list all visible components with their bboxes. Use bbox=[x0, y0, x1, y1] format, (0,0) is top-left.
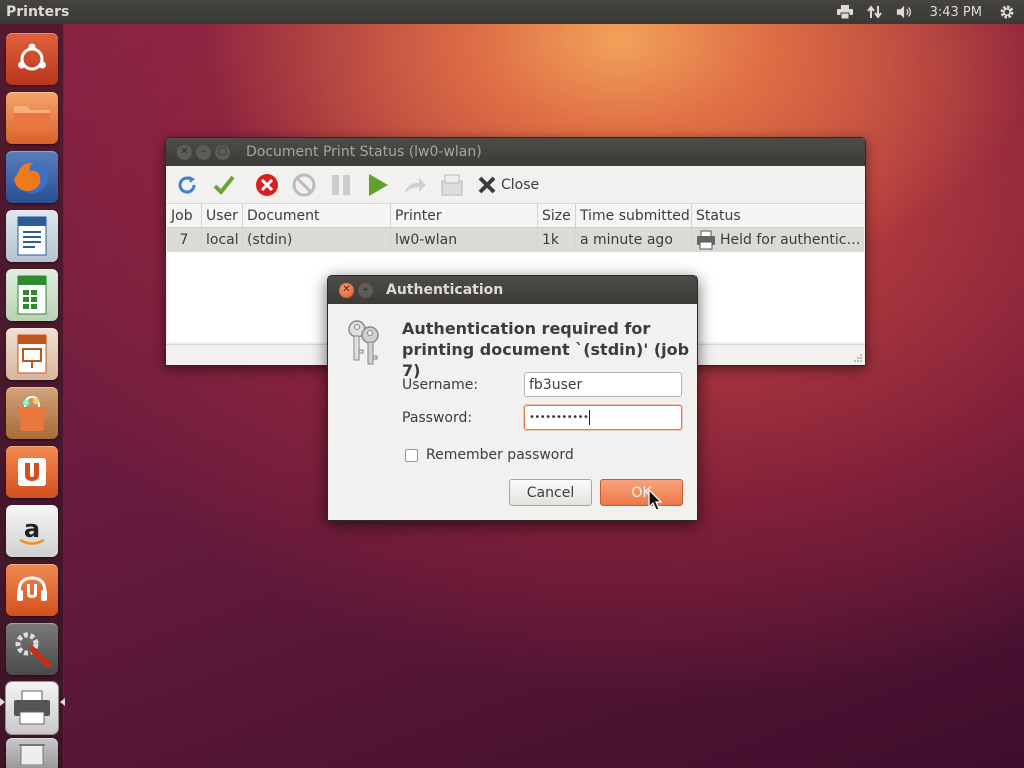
cell-user: local bbox=[202, 228, 243, 252]
cell-printer: lw0-wlan bbox=[391, 228, 538, 252]
calc-icon[interactable] bbox=[6, 269, 58, 321]
window-titlebar[interactable]: ✕ – ▢ Document Print Status (lw0-wlan) bbox=[166, 138, 865, 166]
cell-job: 7 bbox=[167, 228, 202, 252]
launcher: a bbox=[0, 24, 65, 768]
minimize-icon[interactable]: – bbox=[196, 144, 211, 160]
amazon-icon[interactable]: a bbox=[6, 505, 58, 557]
username-label: Username: bbox=[402, 377, 479, 393]
password-dots: ••••••••••• bbox=[529, 412, 589, 423]
ubuntu-one-music-icon[interactable] bbox=[6, 564, 58, 616]
username-field[interactable]: fb3user bbox=[524, 372, 682, 397]
window-title: Document Print Status (lw0-wlan) bbox=[246, 144, 482, 160]
release-icon[interactable] bbox=[211, 172, 237, 198]
software-center-icon[interactable] bbox=[6, 387, 58, 439]
printer-app-icon[interactable] bbox=[6, 682, 58, 734]
cell-status: Held for authentic… bbox=[692, 228, 864, 252]
trash-icon[interactable] bbox=[6, 738, 58, 768]
resize-grip-icon bbox=[854, 354, 862, 362]
printer-icon[interactable] bbox=[836, 4, 854, 20]
remember-password-label[interactable]: Remember password bbox=[426, 447, 574, 463]
system-settings-icon[interactable] bbox=[6, 623, 58, 675]
cell-document: (stdin) bbox=[243, 228, 391, 252]
keys-icon bbox=[344, 318, 384, 370]
ubuntu-one-icon[interactable] bbox=[6, 446, 58, 498]
delete-job-icon[interactable] bbox=[291, 172, 317, 198]
firefox-icon[interactable] bbox=[6, 151, 58, 203]
column-user[interactable]: User bbox=[202, 204, 243, 227]
reprint-icon[interactable] bbox=[402, 172, 428, 198]
top-panel: Printers 3:43 PM bbox=[0, 0, 1024, 24]
cancel-button[interactable]: Cancel bbox=[509, 479, 592, 506]
close-x-icon bbox=[478, 176, 496, 193]
column-time-submitted[interactable]: Time submitted bbox=[576, 204, 692, 227]
mouse-pointer-icon bbox=[648, 489, 662, 511]
password-field[interactable]: ••••••••••• bbox=[524, 405, 682, 430]
column-job[interactable]: Job bbox=[167, 204, 202, 227]
toolbar: Close bbox=[166, 166, 865, 204]
gear-icon[interactable] bbox=[998, 4, 1016, 20]
active-indicator-right bbox=[60, 698, 65, 706]
app-title: Printers bbox=[6, 4, 70, 20]
cancel-job-icon[interactable] bbox=[254, 172, 280, 198]
writer-icon[interactable] bbox=[6, 210, 58, 262]
files-icon[interactable] bbox=[6, 92, 58, 144]
refresh-icon[interactable] bbox=[174, 172, 200, 198]
column-document[interactable]: Document bbox=[243, 204, 391, 227]
password-label: Password: bbox=[402, 410, 473, 426]
dialog-title: Authentication bbox=[386, 282, 504, 298]
dialog-titlebar[interactable]: ✕ – Authentication bbox=[328, 276, 697, 304]
active-indicator-left bbox=[0, 698, 5, 706]
status-text: Held for authentic… bbox=[720, 232, 861, 248]
close-icon[interactable]: ✕ bbox=[177, 144, 192, 160]
text-cursor bbox=[589, 410, 591, 425]
hold-icon[interactable] bbox=[328, 172, 354, 198]
clock[interactable]: 3:43 PM bbox=[926, 5, 986, 20]
retrieve-icon[interactable] bbox=[439, 172, 465, 198]
column-printer[interactable]: Printer bbox=[391, 204, 538, 227]
svg-text:a: a bbox=[24, 515, 40, 543]
minimize-icon[interactable]: – bbox=[358, 282, 373, 298]
close-label: Close bbox=[501, 176, 540, 193]
dash-home-icon[interactable] bbox=[6, 33, 58, 85]
volume-icon[interactable] bbox=[896, 4, 914, 20]
close-button[interactable]: Close bbox=[477, 175, 539, 195]
network-icon[interactable] bbox=[866, 4, 884, 20]
cell-size: 1k bbox=[538, 228, 576, 252]
start-icon[interactable] bbox=[365, 172, 391, 198]
table-row[interactable]: 7 local (stdin) lw0-wlan 1k a minute ago… bbox=[167, 228, 864, 252]
ok-button[interactable]: OK bbox=[600, 479, 683, 506]
remember-password-checkbox[interactable] bbox=[405, 449, 418, 462]
impress-icon[interactable] bbox=[6, 328, 58, 380]
column-status[interactable]: Status bbox=[692, 204, 864, 227]
authentication-dialog: ✕ – Authentication Authentication requir… bbox=[327, 275, 698, 521]
column-size[interactable]: Size bbox=[538, 204, 576, 227]
close-icon[interactable]: ✕ bbox=[339, 282, 354, 298]
maximize-icon[interactable]: ▢ bbox=[215, 144, 230, 160]
cell-time-submitted: a minute ago bbox=[576, 228, 692, 252]
table-header: Job User Document Printer Size Time subm… bbox=[167, 204, 864, 228]
held-printer-icon bbox=[697, 230, 715, 250]
